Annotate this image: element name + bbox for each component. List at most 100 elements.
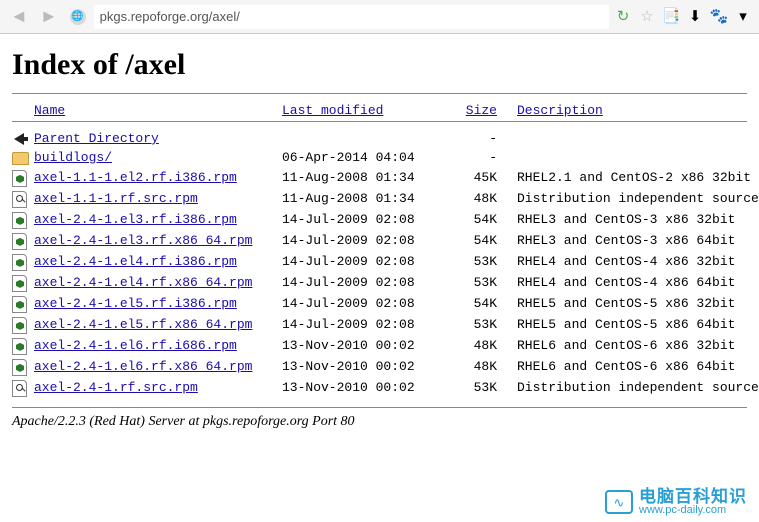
file-modified: 13-Nov-2010 00:02	[282, 381, 452, 396]
listing-row: axel-1.1-1.rf.src.rpm 11-Aug-2008 01:3448…	[12, 189, 747, 210]
header-size[interactable]: Size	[466, 103, 497, 118]
file-link[interactable]: axel-2.4-1.el4.rf.i386.rpm	[34, 254, 237, 269]
browser-toolbar: ◄ ► 🌐 pkgs.repoforge.org/axel/ ↻ ☆ 📑 ⬇ 🐾…	[0, 0, 759, 34]
watermark-logo-icon: ∿	[605, 490, 633, 514]
file-description: RHEL4 and CentOS-4 x86 64bit	[497, 276, 735, 291]
file-description: RHEL6 and CentOS-6 x86 64bit	[497, 360, 735, 375]
file-link[interactable]: axel-2.4-1.el3.rf.i386.rpm	[34, 212, 237, 227]
file-size: 54K	[452, 213, 497, 228]
binary-package-icon	[12, 233, 27, 250]
refresh-icon[interactable]: ↻	[613, 7, 633, 26]
file-modified: 11-Aug-2008 01:34	[282, 192, 452, 207]
binary-package-icon	[12, 275, 27, 292]
divider-top	[12, 93, 747, 94]
parent-directory-row: Parent Directory -	[12, 130, 747, 149]
binary-package-icon	[12, 338, 27, 355]
listing-row: axel-2.4-1.el4.rf.x86_64.rpm 14-Jul-2009 …	[12, 273, 747, 294]
file-size: 48K	[452, 360, 497, 375]
extension-paw-icon[interactable]: 🐾	[709, 7, 729, 26]
parent-directory-link[interactable]: Parent Directory	[34, 131, 159, 146]
binary-package-icon	[12, 359, 27, 376]
file-description: RHEL2.1 and CentOS-2 x86 32bit	[497, 171, 751, 186]
file-modified: 11-Aug-2008 01:34	[282, 171, 452, 186]
file-link[interactable]: axel-2.4-1.el6.rf.i686.rpm	[34, 338, 237, 353]
header-modified[interactable]: Last modified	[282, 103, 383, 118]
file-description: RHEL6 and CentOS-6 x86 32bit	[497, 339, 735, 354]
file-size: 54K	[452, 234, 497, 249]
file-size: 53K	[452, 276, 497, 291]
forward-button[interactable]: ►	[36, 6, 62, 27]
site-identity-icon[interactable]: 🌐	[70, 9, 86, 25]
listing-row: axel-2.4-1.el4.rf.i386.rpm 14-Jul-2009 02…	[12, 252, 747, 273]
page-title: Index of /axel	[12, 48, 747, 81]
downloads-icon[interactable]: ⬇	[685, 7, 705, 26]
file-link[interactable]: axel-2.4-1.el5.rf.x86_64.rpm	[34, 317, 252, 332]
header-name[interactable]: Name	[34, 103, 65, 118]
server-signature: Apache/2.2.3 (Red Hat) Server at pkgs.re…	[12, 414, 747, 430]
file-link[interactable]: axel-2.4-1.el5.rf.i386.rpm	[34, 296, 237, 311]
parent-size: -	[452, 132, 497, 147]
file-description: RHEL3 and CentOS-3 x86 32bit	[497, 213, 735, 228]
listing-row: buildlogs/06-Apr-2014 04:04-	[12, 149, 747, 168]
watermark-title: 电脑百科知识	[639, 488, 747, 505]
directory-listing: Name Last modified Size Description Pare…	[12, 102, 747, 399]
file-size: 53K	[452, 318, 497, 333]
url-bar[interactable]: pkgs.repoforge.org/axel/	[94, 5, 609, 29]
listing-row: axel-1.1-1.el2.rf.i386.rpm 11-Aug-2008 01…	[12, 168, 747, 189]
listing-row: axel-2.4-1.el6.rf.i686.rpm 13-Nov-2010 00…	[12, 336, 747, 357]
folder-icon	[12, 152, 29, 165]
listing-row: axel-2.4-1.el3.rf.x86_64.rpm 14-Jul-2009 …	[12, 231, 747, 252]
file-description: RHEL3 and CentOS-3 x86 64bit	[497, 234, 735, 249]
file-link[interactable]: axel-2.4-1.el6.rf.x86_64.rpm	[34, 359, 252, 374]
file-modified: 13-Nov-2010 00:02	[282, 360, 452, 375]
file-description: Distribution independent source	[497, 381, 759, 396]
binary-package-icon	[12, 254, 27, 271]
file-link[interactable]: axel-2.4-1.rf.src.rpm	[34, 380, 198, 395]
listing-row: axel-2.4-1.el5.rf.i386.rpm 14-Jul-2009 02…	[12, 294, 747, 315]
bookmarks-icon[interactable]: 📑	[661, 7, 681, 26]
file-modified: 13-Nov-2010 00:02	[282, 339, 452, 354]
file-modified: 14-Jul-2009 02:08	[282, 297, 452, 312]
file-description: Distribution independent source	[497, 192, 759, 207]
file-modified: 14-Jul-2009 02:08	[282, 255, 452, 270]
source-package-icon	[12, 191, 27, 208]
file-size: 53K	[452, 381, 497, 396]
bookmark-star-icon[interactable]: ☆	[637, 7, 657, 26]
back-button[interactable]: ◄	[6, 6, 32, 27]
file-modified: 14-Jul-2009 02:08	[282, 213, 452, 228]
divider-header	[12, 121, 747, 122]
file-size: 48K	[452, 192, 497, 207]
file-modified: 06-Apr-2014 04:04	[282, 151, 452, 166]
file-size: 53K	[452, 255, 497, 270]
binary-package-icon	[12, 212, 27, 229]
listing-row: axel-2.4-1.rf.src.rpm 13-Nov-2010 00:0253…	[12, 378, 747, 399]
file-link[interactable]: axel-1.1-1.rf.src.rpm	[34, 191, 198, 206]
file-description: RHEL5 and CentOS-5 x86 32bit	[497, 297, 735, 312]
listing-header: Name Last modified Size Description	[12, 102, 747, 121]
binary-package-icon	[12, 170, 27, 187]
file-size: 54K	[452, 297, 497, 312]
file-modified: 14-Jul-2009 02:08	[282, 234, 452, 249]
listing-row: axel-2.4-1.el5.rf.x86_64.rpm14-Jul-2009 …	[12, 315, 747, 336]
file-link[interactable]: axel-1.1-1.el2.rf.i386.rpm	[34, 170, 237, 185]
file-link[interactable]: buildlogs/	[34, 150, 112, 165]
binary-package-icon	[12, 296, 27, 313]
divider-bottom	[12, 407, 747, 408]
file-link[interactable]: axel-2.4-1.el4.rf.x86_64.rpm	[34, 275, 252, 290]
file-description: RHEL5 and CentOS-5 x86 64bit	[497, 318, 735, 333]
file-description: RHEL4 and CentOS-4 x86 32bit	[497, 255, 735, 270]
listing-row: axel-2.4-1.el3.rf.i386.rpm 14-Jul-2009 02…	[12, 210, 747, 231]
menu-chevron-icon[interactable]: ▾	[733, 7, 753, 26]
file-size: 45K	[452, 171, 497, 186]
file-modified: 14-Jul-2009 02:08	[282, 276, 452, 291]
binary-package-icon	[12, 317, 27, 334]
back-arrow-icon	[14, 133, 24, 145]
header-description[interactable]: Description	[517, 103, 603, 118]
watermark: ∿ 电脑百科知识 www.pc-daily.com	[605, 488, 747, 516]
file-size: 48K	[452, 339, 497, 354]
source-package-icon	[12, 380, 27, 397]
listing-row: axel-2.4-1.el6.rf.x86_64.rpm 13-Nov-2010 …	[12, 357, 747, 378]
watermark-url: www.pc-daily.com	[639, 505, 747, 516]
file-link[interactable]: axel-2.4-1.el3.rf.x86_64.rpm	[34, 233, 252, 248]
file-size: -	[452, 151, 497, 166]
